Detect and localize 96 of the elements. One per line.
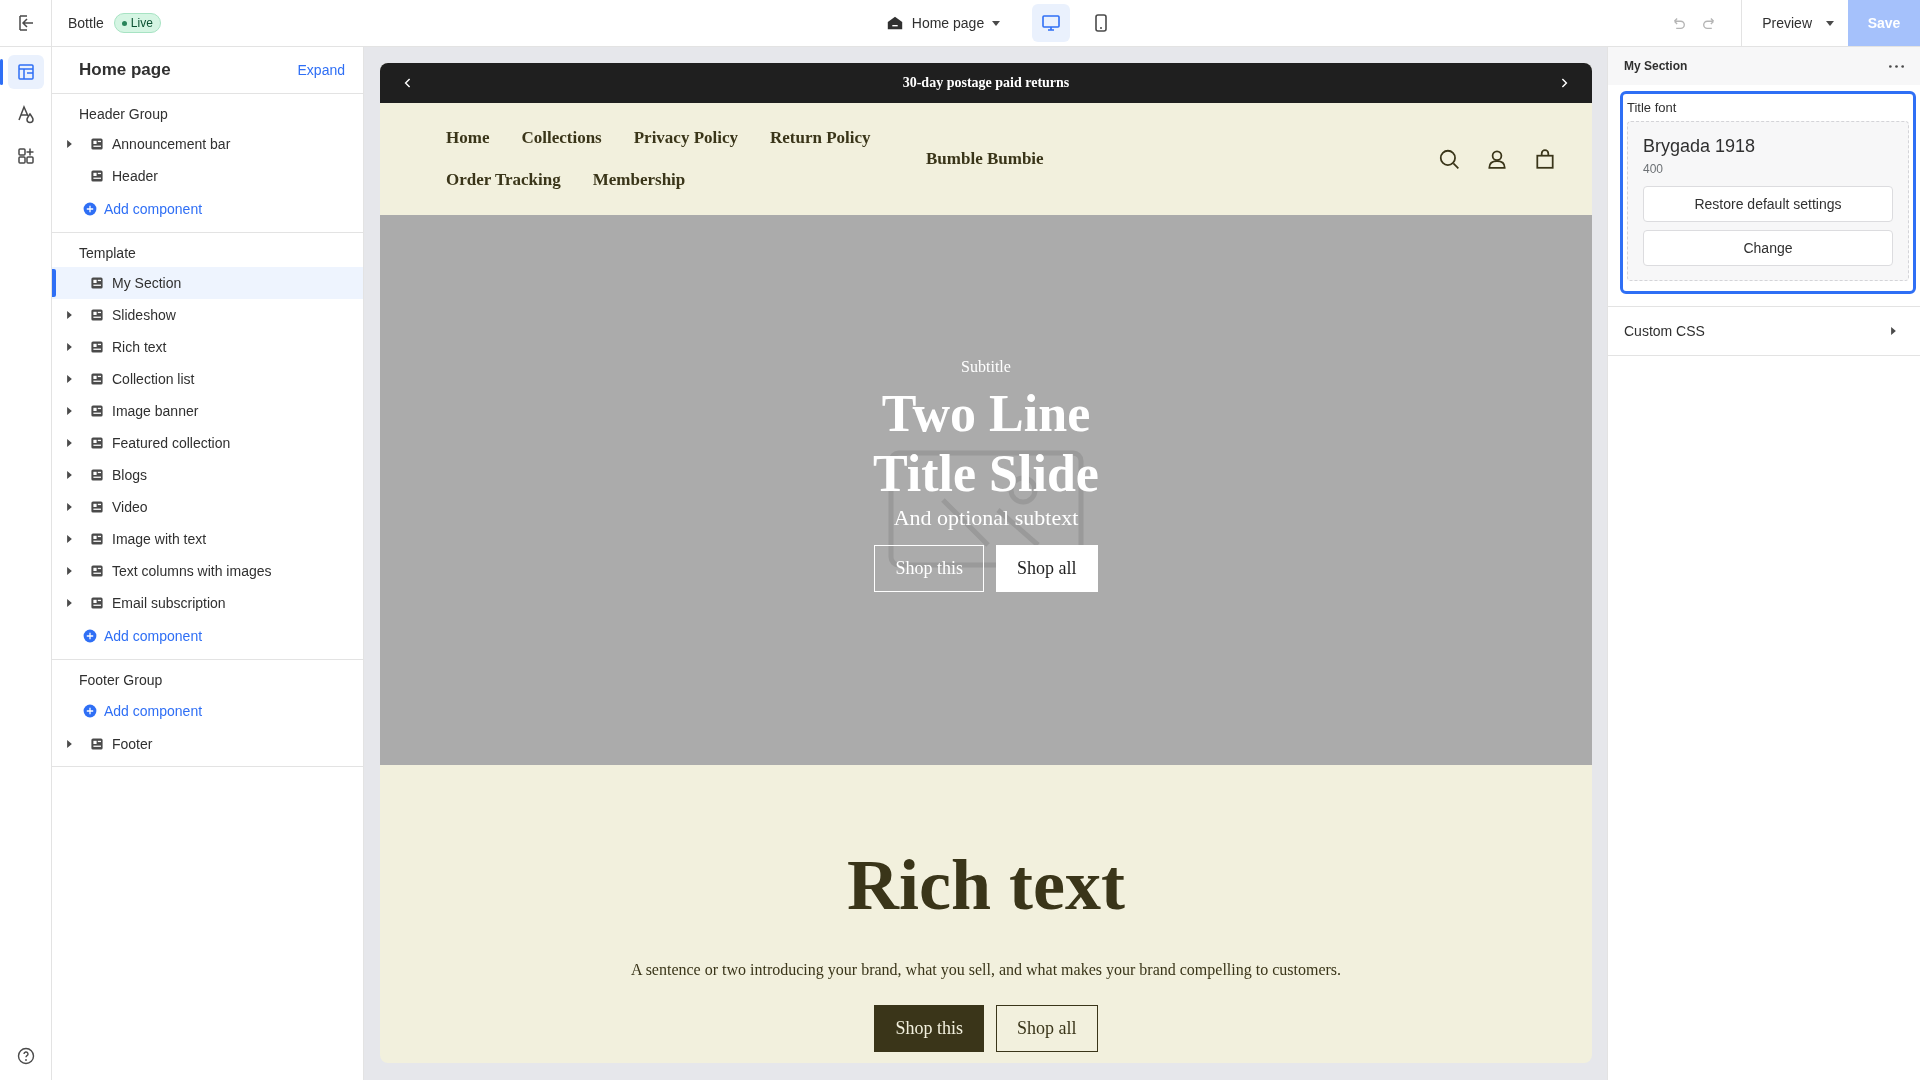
bag-icon — [1534, 148, 1556, 170]
add-component-button[interactable]: Add component — [52, 192, 209, 226]
section-item[interactable]: Collection list — [52, 363, 363, 395]
caret-icon — [66, 471, 72, 479]
device-toggle[interactable] — [1032, 4, 1071, 42]
caret-icon — [1826, 20, 1834, 26]
section-icon — [89, 403, 105, 419]
font-action-button[interactable]: Change — [1643, 230, 1893, 266]
section-item[interactable]: Image banner — [52, 395, 363, 427]
group-heading: Template — [78, 244, 137, 263]
nav-link[interactable]: Home — [446, 128, 490, 148]
group-heading: Footer Group — [78, 671, 164, 690]
panel-title: My Section — [1624, 59, 1688, 73]
nav-link[interactable]: Privacy Policy — [633, 128, 739, 148]
section-item[interactable]: Text columns with images — [52, 555, 363, 587]
more-icon — [1889, 64, 1904, 68]
plus-circle-icon — [82, 703, 98, 719]
more-button[interactable] — [1889, 64, 1904, 68]
search-button[interactable] — [1438, 148, 1460, 170]
section-icon — [89, 531, 105, 547]
cart-button[interactable] — [1534, 148, 1556, 170]
section-icon — [89, 736, 105, 752]
desktop-icon — [1041, 13, 1062, 33]
custom-css-row[interactable]: Custom CSS — [1608, 306, 1920, 356]
section-item[interactable]: My Section — [52, 267, 363, 299]
caret-icon — [66, 599, 72, 607]
group-heading: Header Group — [78, 105, 169, 124]
setting-label: Title font — [1627, 100, 1678, 115]
nav-link[interactable]: Collections — [521, 128, 602, 148]
brush-icon — [15, 104, 36, 124]
hero-title: Two Line Title Slide — [872, 383, 1100, 504]
add-component-button[interactable]: Add component — [52, 694, 209, 728]
section-icon — [89, 339, 105, 355]
store-logo[interactable]: Bumble Bumbie — [926, 149, 1438, 169]
account-button[interactable] — [1486, 148, 1508, 170]
caret-icon — [992, 20, 1001, 26]
section-item[interactable]: Announcement bar — [52, 128, 363, 160]
caret-icon — [66, 343, 72, 351]
caret-icon — [66, 740, 72, 748]
section-icon — [89, 168, 105, 184]
caret-icon — [66, 503, 72, 511]
font-weight: 400 — [1643, 162, 1665, 176]
search-icon — [1438, 148, 1460, 170]
help-icon — [15, 1046, 36, 1066]
section-item[interactable]: Rich text — [52, 331, 363, 363]
home-icon — [885, 14, 904, 32]
caret-icon — [66, 567, 72, 575]
section-item[interactable]: Header — [52, 160, 363, 192]
section-icon — [89, 275, 105, 291]
hero-subtext: And optional subtext — [893, 505, 1079, 532]
plus-circle-icon — [82, 201, 98, 217]
expand-link[interactable]: Expand — [291, 61, 351, 79]
hero-subtitle: Subtitle — [961, 357, 1011, 376]
rich-text-body: A sentence or two introducing your brand, what you sell, and what makes your brand compelling to customers. — [630, 961, 1342, 979]
caret-icon — [66, 535, 72, 543]
caret-icon — [66, 311, 72, 319]
help-button[interactable] — [15, 1046, 36, 1066]
status-badge: Live — [113, 13, 161, 33]
person-icon — [1486, 148, 1508, 170]
section-item[interactable]: Email subscription — [52, 587, 363, 619]
shop-button[interactable]: Shop all — [996, 1005, 1098, 1052]
section-item[interactable]: Image with text — [52, 523, 363, 555]
section-icon — [89, 136, 105, 152]
sidebar-title: Home page — [79, 60, 171, 80]
page-selector[interactable]: Home page — [879, 13, 1007, 33]
nav-link[interactable]: Return Policy — [770, 128, 871, 148]
announcement-text: 30-day postage paid returns — [902, 75, 1070, 91]
nav-link[interactable]: Membership — [592, 170, 686, 190]
caret-icon — [66, 375, 72, 383]
caret-icon — [66, 140, 72, 148]
section-item[interactable]: Featured collection — [52, 427, 363, 459]
shop-button[interactable]: Shop this — [874, 1005, 984, 1052]
store-name: Bottle — [68, 15, 104, 31]
section-icon — [89, 563, 105, 579]
layout-icon — [15, 62, 36, 82]
caret-icon — [66, 407, 72, 415]
apps-icon — [15, 146, 36, 166]
shop-button[interactable]: Shop all — [996, 545, 1098, 593]
section-item[interactable]: Blogs — [52, 459, 363, 491]
nav-link[interactable]: Order Tracking — [446, 170, 561, 190]
section-item[interactable]: Footer — [52, 728, 363, 760]
font-action-button[interactable]: Restore default settings — [1643, 186, 1893, 222]
caret-icon — [66, 439, 72, 447]
section-icon — [89, 499, 105, 515]
rich-text-heading: Rich text — [847, 849, 1125, 921]
caret-icon — [1891, 327, 1896, 335]
section-icon — [89, 595, 105, 611]
plus-circle-icon — [82, 628, 98, 644]
section-icon — [89, 307, 105, 323]
font-name: Brygada 1918 — [1643, 136, 1757, 157]
add-component-button[interactable]: Add component — [52, 619, 209, 653]
section-icon — [89, 467, 105, 483]
section-item[interactable]: Video — [52, 491, 363, 523]
section-icon — [89, 371, 105, 387]
section-icon — [89, 435, 105, 451]
section-item[interactable]: Slideshow — [52, 299, 363, 331]
